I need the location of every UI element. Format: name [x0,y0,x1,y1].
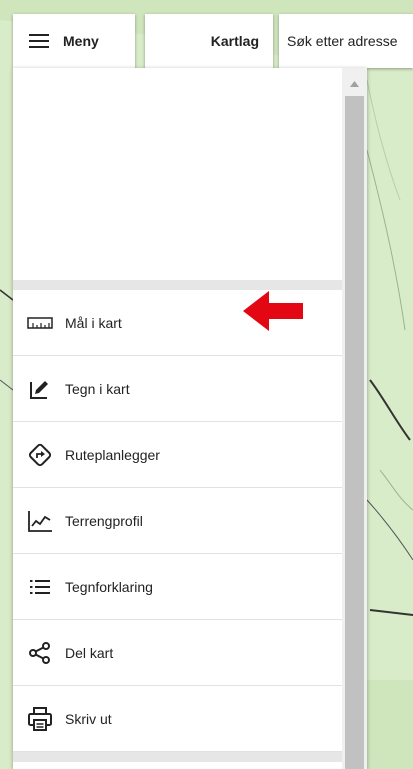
hamburger-icon [29,34,49,48]
menu-item-measure[interactable]: Mål i kart [13,290,342,356]
map-layers-label: Kartlag [210,33,259,49]
menu-scrollbar[interactable] [342,68,367,769]
elevation-profile-icon [27,508,53,534]
scrollbar-thumb[interactable] [345,96,364,769]
red-arrow-icon [243,291,303,331]
ruler-icon [27,310,53,336]
share-icon [27,640,53,666]
route-icon [27,442,53,468]
divider [13,752,342,762]
legend-list-icon [27,574,53,600]
print-icon [27,706,53,732]
menu-button-label: Meny [63,33,99,49]
menu-item-label: Mål i kart [65,314,122,331]
menu-item-label: Terrengprofil [65,512,143,529]
draw-icon [27,376,53,402]
menu-item-share[interactable]: Del kart [13,620,342,686]
menu-item-print[interactable]: Skriv ut [13,686,342,752]
address-search[interactable] [279,14,413,68]
menu-item-label: Ruteplanlegger [65,446,160,463]
menu-item-label: Tegnforklaring [65,578,153,595]
menu-panel: Mål i kart Tegn i kart Ruteplanlegger Te… [13,68,367,769]
menu-item-terrain-profile[interactable]: Terrengprofil [13,488,342,554]
menu-button[interactable]: Meny [13,14,135,68]
menu-item-route-planner[interactable]: Ruteplanlegger [13,422,342,488]
search-input[interactable] [287,33,413,49]
menu-item-draw[interactable]: Tegn i kart [13,356,342,422]
menu-panel-header-area [13,68,342,280]
map-layers-button[interactable]: Kartlag [145,14,273,68]
scroll-up-icon[interactable] [342,76,367,92]
menu-list: Mål i kart Tegn i kart Ruteplanlegger Te… [13,290,342,752]
menu-item-label: Tegn i kart [65,380,130,397]
menu-item-label: Skriv ut [65,710,112,727]
menu-item-label: Del kart [65,644,114,661]
menu-item-legend[interactable]: Tegnforklaring [13,554,342,620]
